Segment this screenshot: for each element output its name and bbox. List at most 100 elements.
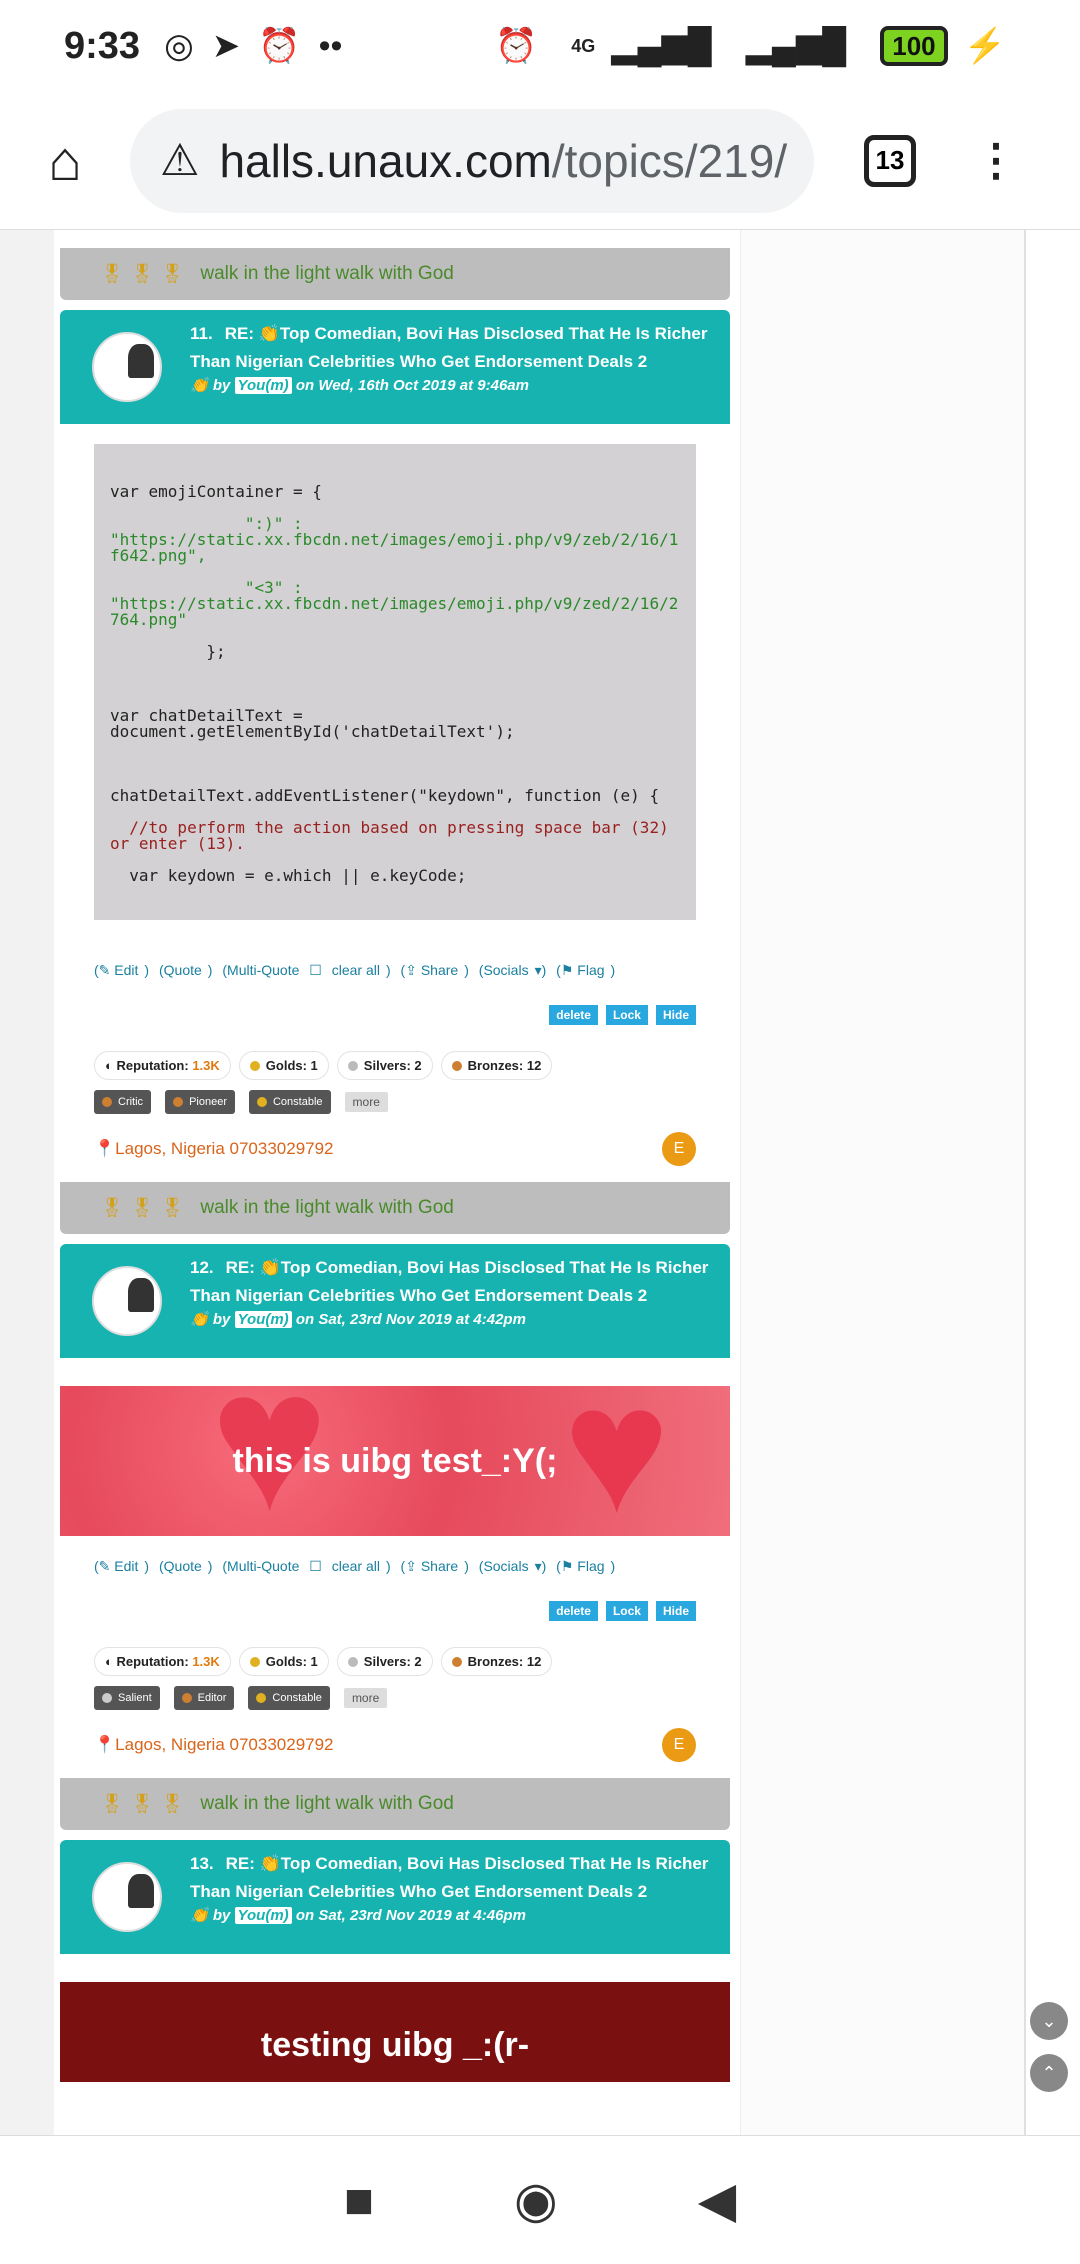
post-meta: 👏 by You(m) on Sat, 23rd Nov 2019 at 4:4…	[190, 1311, 526, 1328]
network-type: 4G	[571, 35, 596, 56]
location: 📍Lagos, Nigeria 07033029792	[94, 1139, 334, 1158]
socials-dropdown[interactable]: (Socials ▾)	[479, 962, 547, 978]
scroll-up-button[interactable]: ⌃	[1030, 2054, 1068, 2092]
badge-label: Salient	[118, 1692, 152, 1704]
author-link[interactable]: You(m)	[234, 1907, 292, 1924]
bronzes-value: Bronzes: 12	[467, 1654, 542, 1669]
signature-text: walk in the light walk with God	[200, 263, 454, 284]
admin-buttons: delete Lock Hide	[94, 1005, 696, 1025]
quote-link[interactable]: (Quote)	[159, 962, 212, 978]
spacer	[60, 1358, 730, 1386]
golds-value: Golds: 1	[265, 1058, 318, 1073]
post-number: 12.	[190, 1258, 214, 1277]
multi-quote-link[interactable]: (Multi-Quote ☐ clear all)	[222, 1558, 390, 1574]
avatar[interactable]	[92, 332, 162, 402]
background-banner: this is uibg test_:Y(;	[60, 1386, 730, 1536]
edit-link[interactable]: (✎ Edit)	[94, 962, 149, 978]
page-content: 🎖🎖🎖 walk in the light walk with God 11. R…	[0, 230, 1080, 2135]
flag-link[interactable]: (⚑ Flag)	[556, 962, 615, 978]
post-date: on Sat, 23rd Nov 2019 at 4:42pm	[295, 1311, 526, 1328]
edit-link[interactable]: (✎ Edit)	[94, 1558, 149, 1574]
share-link[interactable]: (⇪ Share)	[401, 962, 469, 978]
badge: Constable	[248, 1686, 330, 1710]
multi-quote-link[interactable]: (Multi-Quote ☐ clear all)	[222, 962, 390, 978]
author-link[interactable]: You(m)	[234, 1311, 292, 1328]
gold-dot-icon	[249, 1060, 260, 1071]
silvers-value: Silvers: 2	[363, 1654, 422, 1669]
post-title[interactable]: 13. RE: 👏Top Comedian, Bovi Has Disclosed…	[190, 1850, 710, 1906]
gold-dot-icon	[249, 1656, 260, 1667]
alarm-icon: ⏰	[494, 27, 538, 65]
bronzes-stat: Bronzes: 12	[440, 1051, 553, 1080]
hide-button[interactable]: Hide	[655, 1005, 696, 1025]
post-title-text: RE: 👏Top Comedian, Bovi Has Disclosed Th…	[190, 324, 708, 371]
share-link[interactable]: (⇪ Share)	[401, 1558, 469, 1574]
multi-quote-checkbox[interactable]: ☐	[309, 1558, 322, 1574]
post-actions: (✎ Edit) (Quote) (Multi-Quote ☐ clear al…	[94, 920, 696, 979]
avatar[interactable]	[92, 1862, 162, 1932]
signature-bar: 🎖🎖🎖 walk in the light walk with God	[60, 1182, 730, 1234]
reputation-value: 1.3K	[192, 1654, 220, 1669]
medal-icon: 🎖🎖🎖	[100, 1794, 191, 1815]
user-initial-icon[interactable]: E	[662, 1728, 696, 1762]
golds-value: Golds: 1	[265, 1654, 318, 1669]
socials-label: Socials	[483, 1558, 529, 1574]
bronze-dot-icon	[173, 1097, 184, 1107]
more-badges-button[interactable]: more	[343, 1688, 388, 1708]
post-title[interactable]: 11. RE: 👏Top Comedian, Bovi Has Disclosed…	[190, 320, 710, 376]
hide-button[interactable]: Hide	[655, 1601, 696, 1621]
clear-all-link[interactable]: clear all	[332, 962, 380, 978]
back-button[interactable]: ◀	[698, 2171, 736, 2229]
delete-button[interactable]: delete	[549, 1005, 598, 1025]
badge: Editor	[173, 1686, 235, 1710]
user-initial-icon[interactable]: E	[662, 1132, 696, 1166]
home-button[interactable]: ◉	[514, 2171, 558, 2229]
socials-dropdown[interactable]: (Socials ▾)	[479, 1558, 547, 1574]
post-title[interactable]: 12. RE: 👏Top Comedian, Bovi Has Disclosed…	[190, 1254, 710, 1310]
code-line: var keydown = e.which || e.keyCode;	[110, 866, 467, 885]
battery-icon: 100	[880, 26, 948, 66]
edit-label: Edit	[114, 1558, 139, 1574]
clear-all-link[interactable]: clear all	[332, 1558, 380, 1574]
address-bar[interactable]: ⚠ halls.unaux.com/topics/219/	[130, 108, 814, 213]
post-body: var emojiContainer = { ":)" : "https://st…	[60, 424, 730, 1182]
multi-quote-checkbox[interactable]: ☐	[309, 962, 322, 978]
bronze-dot-icon	[102, 1097, 112, 1107]
post-number: 11.	[190, 324, 213, 343]
by-label: by	[212, 1311, 231, 1328]
recents-button[interactable]: ■	[344, 2171, 374, 2229]
clock: 9:33	[64, 24, 141, 67]
user-stats: ◐ Reputation: 1.3K Golds: 1 Silvers: 2 B…	[94, 1051, 696, 1080]
more-badges-button[interactable]: more	[344, 1092, 388, 1112]
code-block: var emojiContainer = { ":)" : "https://st…	[94, 444, 696, 920]
badge-label: Constable	[272, 1096, 323, 1108]
url-path: /topics/219/	[551, 134, 788, 187]
badge: Salient	[94, 1686, 160, 1710]
edit-label: Edit	[114, 962, 139, 978]
author-link[interactable]: You(m)	[234, 377, 292, 394]
avatar[interactable]	[92, 1266, 162, 1336]
flag-link[interactable]: (⚑ Flag)	[556, 1558, 615, 1574]
lock-button[interactable]: Lock	[605, 1601, 648, 1621]
location-row: 📍Lagos, Nigeria 07033029792 E	[94, 1728, 696, 1778]
code-line: document.getElementById('chatDetailText'…	[110, 722, 515, 741]
background-banner: testing uibg _:(r-	[60, 1982, 730, 2082]
home-icon[interactable]: ⌂	[0, 128, 130, 193]
multi-quote-label: Multi-Quote	[227, 1558, 300, 1574]
reputation-label: Reputation:	[116, 1654, 189, 1669]
scroll-down-button[interactable]: ⌄	[1030, 2002, 1068, 2040]
tab-switcher-button[interactable]: 13	[864, 134, 916, 187]
code-line: //to perform the action based on pressin…	[110, 818, 679, 853]
post-number: 13.	[190, 1854, 214, 1873]
overflow-menu-icon[interactable]: ⋮	[974, 138, 1018, 183]
delete-button[interactable]: delete	[549, 1601, 598, 1621]
location-text: Lagos, Nigeria 07033029792	[115, 1139, 334, 1158]
flag-label: Flag	[577, 1558, 605, 1574]
code-line: var emojiContainer = {	[110, 482, 322, 501]
warning-icon[interactable]: ⚠	[160, 135, 199, 186]
lock-button[interactable]: Lock	[605, 1005, 648, 1025]
quote-label: Quote	[163, 962, 202, 978]
quote-link[interactable]: (Quote)	[159, 1558, 212, 1574]
